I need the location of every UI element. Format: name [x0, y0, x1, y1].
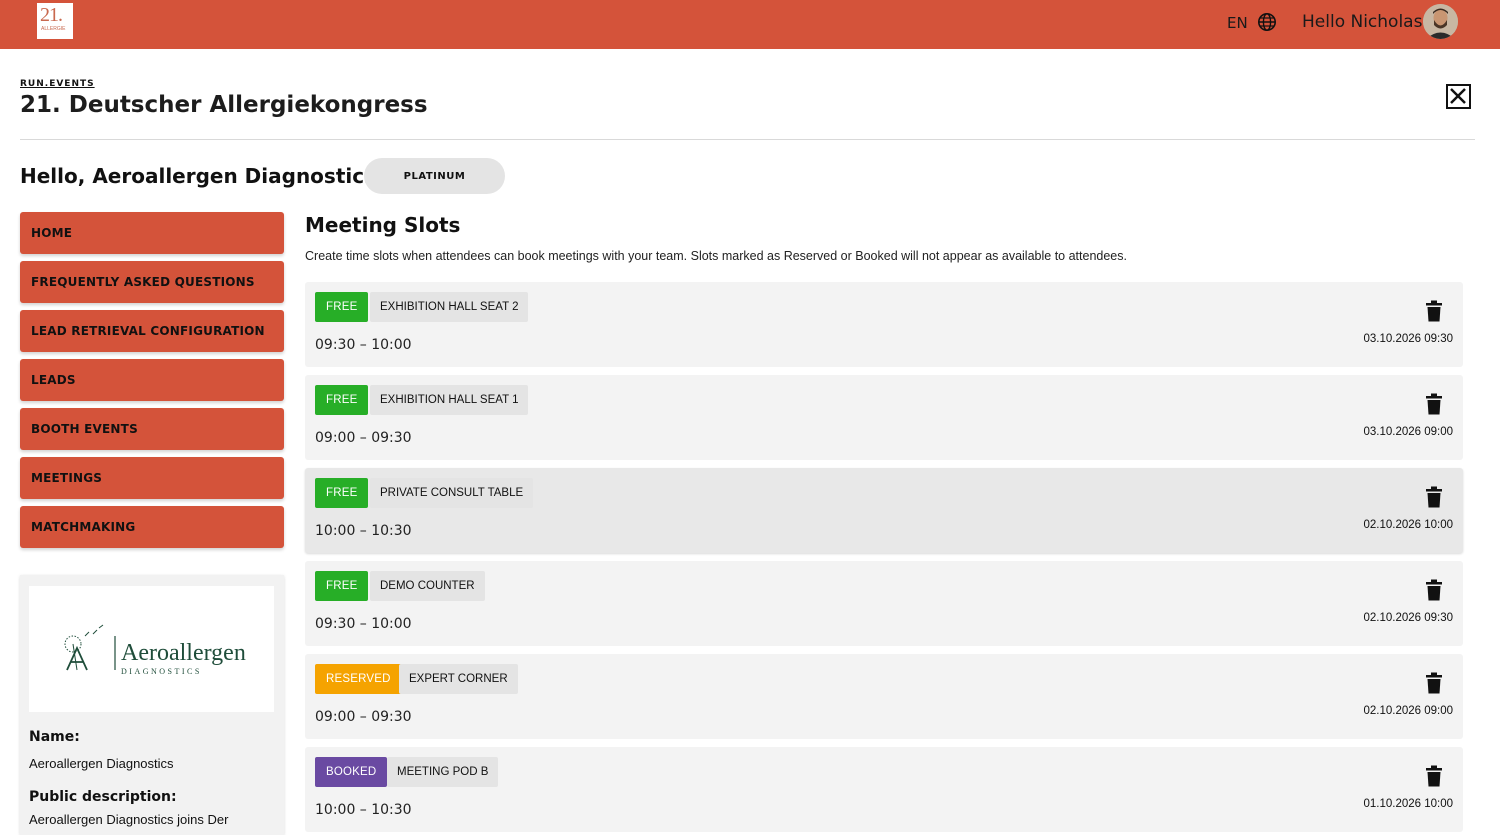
slot-date: 03.10.2026 09:00 — [1363, 426, 1453, 438]
user-avatar-icon — [1423, 4, 1458, 39]
location-tag: DEMO COUNTER — [370, 571, 485, 601]
header-divider — [20, 139, 1475, 140]
sidebar-item-matchmaking[interactable]: MATCHMAKING — [20, 506, 284, 548]
sidebar-item-meetings[interactable]: MEETINGS — [20, 457, 284, 499]
company-logo: Aeroallergen DIAGNOSTICS — [29, 586, 274, 712]
trash-icon[interactable] — [1424, 579, 1444, 601]
sidebar-item-booth-events[interactable]: BOOTH EVENTS — [20, 408, 284, 450]
slot-date: 03.10.2026 09:30 — [1363, 333, 1453, 345]
name-value: Aeroallergen Diagnostics — [29, 756, 174, 771]
trash-icon[interactable] — [1424, 393, 1444, 415]
sidebar-item-faq[interactable]: FREQUENTLY ASKED QUESTIONS — [20, 261, 284, 303]
avatar[interactable] — [1423, 4, 1458, 39]
top-bar: 21. ALLERGIE EN Hello Nicholas — [0, 0, 1500, 49]
exhibitor-greeting: Hello, Aeroallergen Diagnostics! :) — [20, 164, 410, 188]
sidebar-item-lead-retrieval[interactable]: LEAD RETRIEVAL CONFIGURATION — [20, 310, 284, 352]
page-title: 21. Deutscher Allergiekongress — [20, 92, 428, 118]
status-badge: FREE — [315, 385, 369, 415]
dandelion-icon — [64, 624, 104, 671]
slot-row[interactable]: FREE DEMO COUNTER 09:30 – 10:00 02.10.2026 … — [305, 561, 1463, 646]
tier-badge: PLATINUM — [364, 158, 505, 194]
slot-time: 09:00 – 09:30 — [315, 430, 412, 446]
slot-row[interactable]: FREE PRIVATE CONSULT TABLE 10:00 – 10:30 02… — [305, 468, 1463, 553]
description-label: Public description: — [29, 789, 177, 805]
status-badge: FREE — [315, 292, 369, 322]
status-badge: FREE — [315, 571, 369, 601]
company-card: Aeroallergen DIAGNOSTICS Name: Aeroaller… — [20, 575, 284, 835]
slot-time: 10:00 – 10:30 — [315, 523, 412, 539]
slot-time: 09:30 – 10:00 — [315, 616, 412, 632]
trash-icon[interactable] — [1424, 765, 1444, 787]
slot-row[interactable]: BOOKED MEETING POD B 10:00 – 10:30 01.10.20… — [305, 747, 1463, 832]
sidebar-nav: HOME FREQUENTLY ASKED QUESTIONS LEAD RET… — [20, 212, 284, 555]
trash-icon[interactable] — [1424, 672, 1444, 694]
slot-date: 02.10.2026 10:00 — [1363, 519, 1453, 531]
company-logo-tagline: DIAGNOSTICS — [121, 667, 202, 676]
description-value: Aeroallergen Diagnostics joins Der — [29, 812, 229, 827]
location-tag: EXHIBITION HALL SEAT 2 — [370, 292, 529, 322]
status-badge: RESERVED — [315, 664, 402, 694]
close-button[interactable] — [1446, 84, 1471, 109]
event-logo-subtitle: ALLERGIE — [41, 26, 66, 32]
section-description: Create time slots when attendees can boo… — [305, 249, 1127, 263]
language-selector[interactable]: EN — [1227, 14, 1248, 32]
location-tag: EXHIBITION HALL SEAT 1 — [370, 385, 529, 415]
company-logo-name: Aeroallergen — [121, 640, 246, 666]
trash-icon[interactable] — [1424, 300, 1444, 322]
section-title: Meeting Slots — [305, 213, 461, 237]
location-tag: EXPERT CORNER — [399, 664, 518, 694]
close-icon — [1450, 88, 1466, 104]
event-logo-number: 21. — [40, 4, 63, 26]
slot-time: 09:00 – 09:30 — [315, 709, 412, 725]
breadcrumb[interactable]: RUN.EVENTS — [20, 79, 95, 89]
status-badge: FREE — [315, 478, 369, 508]
event-logo[interactable]: 21. ALLERGIE — [37, 3, 73, 39]
slot-row[interactable]: RESERVED EXPERT CORNER 09:00 – 09:30 02.10.… — [305, 654, 1463, 739]
status-badge: BOOKED — [315, 757, 388, 787]
slot-row[interactable]: FREE EXHIBITION HALL SEAT 1 09:00 – 09:30 0… — [305, 375, 1463, 460]
location-tag: PRIVATE CONSULT TABLE — [370, 478, 534, 508]
sidebar-item-home[interactable]: HOME — [20, 212, 284, 254]
slot-date: 02.10.2026 09:30 — [1363, 612, 1453, 624]
name-label: Name: — [29, 729, 80, 745]
globe-icon[interactable] — [1257, 12, 1277, 32]
slot-row[interactable]: FREE EXHIBITION HALL SEAT 2 09:30 – 10:00 0… — [305, 282, 1463, 367]
slot-time: 09:30 – 10:00 — [315, 337, 412, 353]
location-tag: MEETING POD B — [387, 757, 499, 787]
sidebar-item-leads[interactable]: LEADS — [20, 359, 284, 401]
user-greeting[interactable]: Hello Nicholas — [1302, 12, 1422, 32]
trash-icon[interactable] — [1424, 486, 1444, 508]
slot-date: 02.10.2026 09:00 — [1363, 705, 1453, 717]
slot-time: 10:00 – 10:30 — [315, 802, 412, 818]
slot-date: 01.10.2026 10:00 — [1363, 798, 1453, 810]
